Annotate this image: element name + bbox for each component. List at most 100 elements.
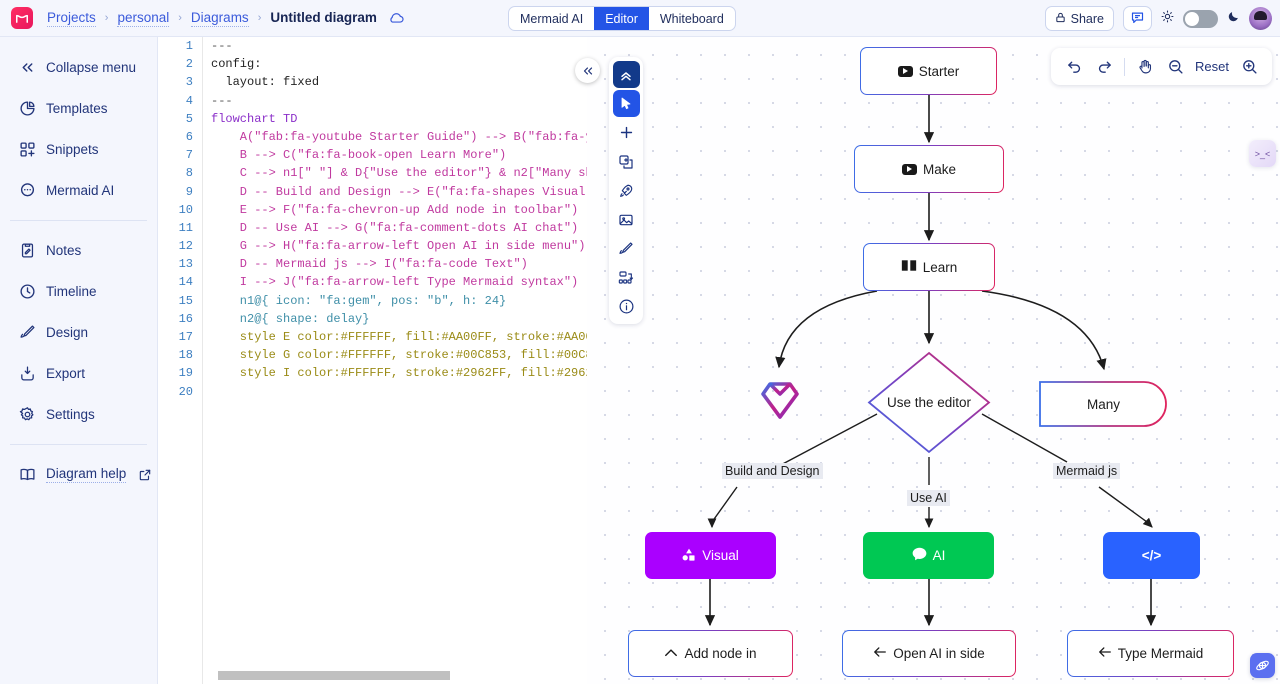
sidebar-item-label: Templates xyxy=(46,101,108,116)
hand-pan-icon[interactable] xyxy=(1132,54,1158,80)
breadcrumb-item-diagrams[interactable]: Diagrams xyxy=(190,10,249,27)
diagram-node-starter[interactable]: Starter xyxy=(860,47,997,95)
avatar[interactable] xyxy=(1249,7,1272,30)
code-text: layout: fixed xyxy=(211,75,320,90)
line-number: 10 xyxy=(178,202,193,217)
sidebar-item-notes[interactable]: Notes xyxy=(0,230,157,271)
comment-button[interactable] xyxy=(1123,6,1152,31)
code-text: config: xyxy=(211,57,262,72)
plugin-icon[interactable] xyxy=(1250,653,1275,678)
diagram-node-ai[interactable]: AI xyxy=(863,532,994,579)
youtube-icon xyxy=(901,163,917,175)
arrow-left-icon xyxy=(1098,646,1112,661)
line-number: 3 xyxy=(185,75,193,90)
theme-toggle[interactable] xyxy=(1183,9,1218,28)
undo-icon[interactable] xyxy=(1061,54,1087,80)
comment-dots-icon xyxy=(912,547,927,564)
cursor-select-icon[interactable] xyxy=(612,90,640,117)
share-button[interactable]: Share xyxy=(1044,6,1114,31)
code-line: B --> C("fa:fa-book-open Learn More") xyxy=(203,146,587,164)
collapse-panel-chip[interactable]: >_< xyxy=(1249,140,1276,167)
breadcrumb-separator: › xyxy=(178,12,182,24)
image-icon[interactable] xyxy=(613,206,640,233)
sidebar-item-export[interactable]: Export xyxy=(0,353,157,394)
canvas-controls: Reset xyxy=(1051,48,1272,85)
line-number: 14 xyxy=(178,275,193,290)
reset-zoom-button[interactable]: Reset xyxy=(1192,59,1232,74)
breadcrumb-item-personal[interactable]: personal xyxy=(117,10,170,27)
diagram-node-text-code[interactable]: </> xyxy=(1103,532,1200,579)
layout-icon[interactable] xyxy=(613,264,640,291)
code-line: G --> H("fa:fa-arrow-left Open AI in sid… xyxy=(203,237,587,255)
sidebar-item-diagram-help[interactable]: Diagram help xyxy=(0,454,157,495)
code-line: E --> F("fa:fa-chevron-up Add node in to… xyxy=(203,201,587,219)
collapse-editor-button[interactable] xyxy=(575,58,600,83)
diagram-node-type-mermaid[interactable]: Type Mermaid xyxy=(1067,630,1234,677)
node-label-wrapper: Starter xyxy=(897,64,959,79)
code-text: D -- Build and Design --> E("fa:fa-shape… xyxy=(211,184,587,199)
rocket-icon[interactable] xyxy=(613,177,640,204)
sidebar-item-snippets[interactable]: Snippets xyxy=(0,129,157,170)
code-editor[interactable]: 1 2 3 4 5 6 7 8 9 10 11 12 13 14 15 16 1… xyxy=(158,37,587,684)
sidebar-divider xyxy=(10,444,147,445)
line-number-gutter: 1 2 3 4 5 6 7 8 9 10 11 12 13 14 15 16 1… xyxy=(158,37,202,684)
diagram-node-learn[interactable]: Learn xyxy=(863,243,995,291)
tab-editor[interactable]: Editor xyxy=(594,7,649,30)
add-node-icon[interactable] xyxy=(613,119,640,146)
node-label-wrapper: Learn xyxy=(901,259,957,275)
sidebar-item-collapse-menu[interactable]: Collapse menu xyxy=(0,47,157,88)
sidebar-item-settings[interactable]: Settings xyxy=(0,394,157,435)
gear-icon xyxy=(18,406,36,424)
templates-icon xyxy=(18,100,36,118)
tab-whiteboard[interactable]: Whiteboard xyxy=(649,7,735,30)
shapes-icon xyxy=(682,548,696,564)
diagram-node-make[interactable]: Make xyxy=(854,145,1004,193)
theme-toggle-knob xyxy=(1185,11,1199,26)
header-actions: Share xyxy=(1044,0,1272,37)
node-label-wrapper: Add node in xyxy=(664,646,757,661)
sidebar-item-design[interactable]: Design xyxy=(0,312,157,353)
breadcrumb-item-current-diagram[interactable]: Untitled diagram xyxy=(270,10,377,26)
sidebar-item-templates[interactable]: Templates xyxy=(0,88,157,129)
code-text: D -- Use AI --> G("fa:fa-comment-dots AI… xyxy=(211,220,579,235)
diagram-node-add-node-in[interactable]: Add node in xyxy=(628,630,793,677)
code-line: C --> n1[" "] & D{"Use the editor"} & n2… xyxy=(203,164,587,182)
info-icon[interactable] xyxy=(613,293,640,320)
collapse-toolbar-icon[interactable] xyxy=(612,61,640,88)
editor-horizontal-scrollbar[interactable] xyxy=(218,671,450,680)
notes-icon xyxy=(18,242,36,260)
duplicate-icon[interactable] xyxy=(613,148,640,175)
code-line: config: xyxy=(203,55,587,73)
lock-icon xyxy=(1055,12,1066,26)
breadcrumb-separator: › xyxy=(257,12,262,24)
code-text: E --> F("fa:fa-chevron-up Add node in to… xyxy=(211,202,579,217)
code-text: style G color:#FFFFFF, stroke:#00C853, f… xyxy=(211,348,587,363)
zoom-out-icon[interactable] xyxy=(1162,54,1188,80)
diagram-node-use-the-editor[interactable]: Use the editor xyxy=(866,350,992,455)
sidebar-item-timeline[interactable]: Timeline xyxy=(0,271,157,312)
edge-label-build-and-design: Build and Design xyxy=(722,463,823,479)
redo-icon[interactable] xyxy=(1091,54,1117,80)
code-line: D -- Build and Design --> E("fa:fa-shape… xyxy=(203,183,587,201)
zoom-in-icon[interactable] xyxy=(1236,54,1262,80)
code-text: style I color:#FFFFFF, stroke:#2962FF, f… xyxy=(211,366,587,381)
breadcrumb-item-projects[interactable]: Projects xyxy=(47,10,96,27)
book-icon xyxy=(18,466,36,484)
diagram-node-visual[interactable]: Visual xyxy=(645,532,776,579)
node-label: Open AI in side xyxy=(893,646,985,661)
gem-icon xyxy=(761,382,799,419)
code-line: --- xyxy=(203,37,587,55)
tab-mermaid-ai[interactable]: Mermaid AI xyxy=(509,7,594,30)
code-text-area[interactable]: --- config: layout: fixed --- flowchart … xyxy=(202,37,587,684)
book-open-icon xyxy=(901,259,917,275)
line-number: 17 xyxy=(178,330,193,344)
mermaid-logo[interactable] xyxy=(11,7,33,29)
brush-icon[interactable] xyxy=(613,235,640,262)
diagram-canvas[interactable]: Reset >_< Starter Make Learn Use the edi… xyxy=(587,37,1280,684)
export-icon xyxy=(18,365,36,383)
sidebar-item-mermaid-ai[interactable]: Mermaid AI xyxy=(0,170,157,211)
diagram-node-open-ai-in-side[interactable]: Open AI in side xyxy=(842,630,1016,677)
edge-label-use-ai: Use AI xyxy=(907,490,950,506)
diagram-node-many[interactable]: Many xyxy=(1038,380,1169,428)
diagram-node-gem[interactable] xyxy=(755,377,805,423)
